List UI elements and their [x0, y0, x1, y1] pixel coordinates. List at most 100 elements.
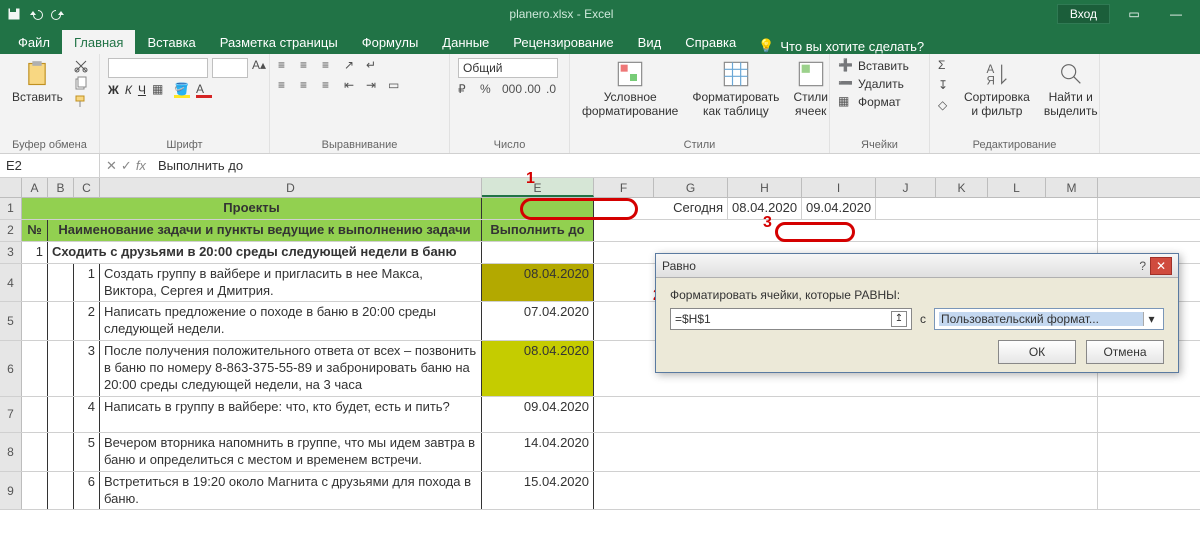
copy-icon[interactable] — [73, 76, 89, 92]
task-text[interactable]: Написать предложение о походе в баню в 2… — [100, 302, 482, 340]
indent-inc-icon[interactable]: ⇥ — [366, 78, 382, 94]
name-box[interactable]: E2 — [0, 154, 100, 177]
clear-icon[interactable]: ◇ — [938, 98, 954, 114]
blank[interactable] — [48, 397, 74, 432]
col-header-f[interactable]: F — [594, 178, 654, 197]
task-text[interactable]: Сходить с друзьями в 20:00 среды следующ… — [48, 242, 482, 263]
font-color-icon[interactable]: A — [196, 82, 212, 98]
col-header-b[interactable]: B — [48, 178, 74, 197]
blank[interactable] — [594, 433, 1098, 471]
undo-icon[interactable] — [28, 6, 44, 22]
cut-icon[interactable] — [73, 58, 89, 74]
row-header[interactable]: 4 — [0, 264, 22, 302]
find-select-button[interactable]: Найти и выделить — [1040, 58, 1102, 120]
format-as-table-button[interactable]: Форматировать как таблицу — [688, 58, 783, 120]
row-header[interactable]: 2 — [0, 220, 22, 241]
tab-data[interactable]: Данные — [430, 30, 501, 54]
col-header-j[interactable]: J — [876, 178, 936, 197]
format-cells-button[interactable]: ▦Формат — [838, 94, 901, 110]
accept-formula-icon[interactable]: ✓ — [121, 158, 132, 174]
blank[interactable] — [594, 472, 1098, 510]
subtask-num[interactable]: 3 — [74, 341, 100, 396]
cell-styles-button[interactable]: Стили ячеек — [789, 58, 832, 120]
blank[interactable] — [48, 341, 74, 396]
task-date[interactable]: 08.04.2020 — [482, 264, 594, 302]
header-task[interactable]: Наименование задачи и пункты ведущие к в… — [48, 220, 482, 241]
date-h[interactable]: 08.04.2020 — [728, 198, 802, 219]
col-header-e[interactable]: E — [482, 178, 594, 197]
subtask-num[interactable]: 4 — [74, 397, 100, 432]
col-header-d[interactable]: D — [100, 178, 482, 197]
tab-formulas[interactable]: Формулы — [350, 30, 431, 54]
dialog-ok-button[interactable]: ОК — [998, 340, 1076, 364]
align-center-icon[interactable]: ≡ — [300, 78, 316, 94]
blank[interactable] — [48, 302, 74, 340]
row-header[interactable]: 5 — [0, 302, 22, 340]
col-header-g[interactable]: G — [654, 178, 728, 197]
font-size-combo[interactable] — [212, 58, 248, 78]
task-text[interactable]: Вечером вторника напомнить в группе, что… — [100, 433, 482, 471]
col-header-m[interactable]: M — [1046, 178, 1098, 197]
tab-view[interactable]: Вид — [626, 30, 674, 54]
tab-help[interactable]: Справка — [673, 30, 748, 54]
task-num[interactable] — [22, 302, 48, 340]
row-header[interactable]: 1 — [0, 198, 22, 219]
row-header[interactable]: 9 — [0, 472, 22, 510]
align-bot-icon[interactable]: ≡ — [322, 58, 338, 74]
row-header[interactable]: 6 — [0, 341, 22, 396]
subtask-num[interactable]: 5 — [74, 433, 100, 471]
task-date[interactable]: 07.04.2020 — [482, 302, 594, 340]
col-header-c[interactable]: C — [74, 178, 100, 197]
col-header-a[interactable]: A — [22, 178, 48, 197]
task-num[interactable] — [22, 341, 48, 396]
insert-cells-button[interactable]: ➕Вставить — [838, 58, 909, 74]
save-icon[interactable] — [6, 6, 22, 22]
col-header-h[interactable]: H — [728, 178, 802, 197]
fill-icon[interactable]: ↧ — [938, 78, 954, 94]
header-num[interactable]: № — [22, 220, 48, 241]
task-num[interactable] — [22, 397, 48, 432]
subtask-num[interactable]: 6 — [74, 472, 100, 510]
merge-icon[interactable]: ▭ — [388, 78, 404, 94]
blank[interactable] — [594, 397, 1098, 432]
wrap-text-icon[interactable]: ↵ — [366, 58, 382, 74]
task-date[interactable] — [482, 242, 594, 263]
align-right-icon[interactable]: ≡ — [322, 78, 338, 94]
tab-insert[interactable]: Вставка — [135, 30, 207, 54]
bold-button[interactable]: Ж — [108, 83, 119, 97]
tell-me-search[interactable]: 💡 Что вы хотите сделать? — [758, 38, 924, 54]
task-num[interactable] — [22, 472, 48, 510]
task-date[interactable]: 09.04.2020 — [482, 397, 594, 432]
ribbon-options-icon[interactable]: ▭ — [1116, 3, 1152, 25]
dialog-help-icon[interactable]: ? — [1139, 259, 1146, 273]
col-header-i[interactable]: I — [802, 178, 876, 197]
blank[interactable] — [594, 220, 1098, 241]
format-painter-icon[interactable] — [73, 94, 89, 110]
italic-button[interactable]: К — [125, 83, 132, 97]
task-date[interactable]: 08.04.2020 — [482, 341, 594, 396]
task-num[interactable] — [22, 433, 48, 471]
number-format-combo[interactable]: Общий — [458, 58, 558, 78]
task-num[interactable]: 1 — [22, 242, 48, 263]
subtask-num[interactable]: 1 — [74, 264, 100, 302]
date-i[interactable]: 09.04.2020 — [802, 198, 876, 219]
col-header-k[interactable]: K — [936, 178, 988, 197]
align-mid-icon[interactable]: ≡ — [300, 58, 316, 74]
fill-color-icon[interactable]: 🪣 — [174, 82, 190, 98]
header-due[interactable]: Выполнить до — [482, 220, 594, 241]
collapse-dialog-icon[interactable]: ↥ — [891, 311, 907, 327]
task-num[interactable] — [22, 264, 48, 302]
dialog-titlebar[interactable]: Равно ? ✕ — [656, 254, 1178, 278]
row-header[interactable]: 7 — [0, 397, 22, 432]
align-top-icon[interactable]: ≡ — [278, 58, 294, 74]
tab-file[interactable]: Файл — [6, 30, 62, 54]
tab-page-layout[interactable]: Разметка страницы — [208, 30, 350, 54]
task-date[interactable]: 15.04.2020 — [482, 472, 594, 510]
paste-button[interactable]: Вставить — [8, 58, 67, 106]
tab-review[interactable]: Рецензирование — [501, 30, 625, 54]
task-text[interactable]: Написать в группу в вайбере: что, кто бу… — [100, 397, 482, 432]
decimal-inc-icon[interactable]: .00 — [524, 82, 540, 98]
cancel-formula-icon[interactable]: ✕ — [106, 158, 117, 174]
blank[interactable] — [48, 264, 74, 302]
task-text[interactable]: После получения положительного ответа от… — [100, 341, 482, 396]
